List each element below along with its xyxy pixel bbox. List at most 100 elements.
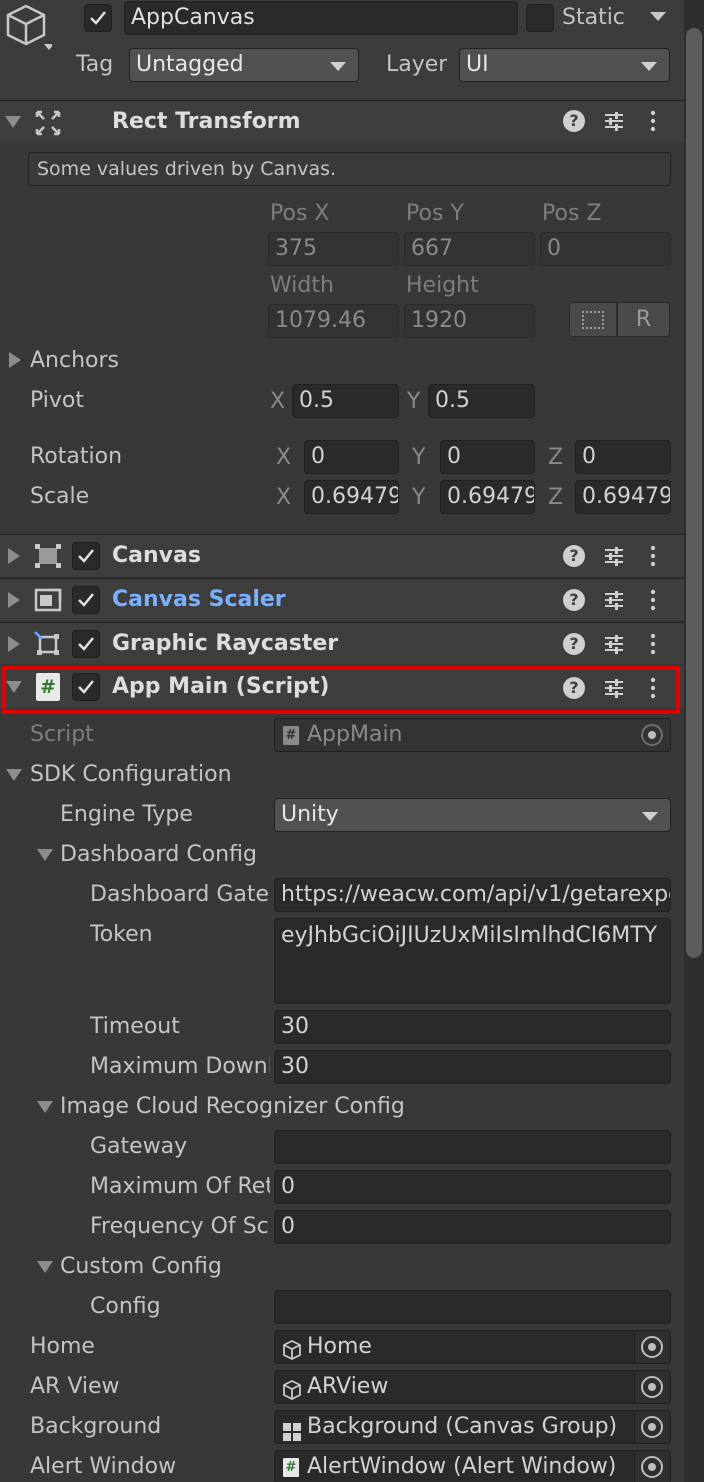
- context-menu-icon[interactable]: [646, 677, 660, 699]
- foldout-collapsed-icon[interactable]: [8, 636, 20, 652]
- image-cloud-config-label[interactable]: Image Cloud Recognizer Config: [60, 1092, 405, 1122]
- dashboard-config-foldout-icon[interactable]: [37, 849, 53, 861]
- object-picker-icon: [641, 1376, 663, 1398]
- alert-window-object-field[interactable]: # AlertWindow (Alert Window): [274, 1450, 671, 1482]
- object-picker-button[interactable]: [634, 1451, 670, 1482]
- dashboard-gateway-field[interactable]: https://weacw.com/api/v1/getarexperience: [274, 878, 671, 912]
- static-dropdown-arrow-icon[interactable]: [650, 12, 666, 21]
- pos-x-field[interactable]: 375: [268, 232, 399, 266]
- ar-view-object-value: ARView: [307, 1374, 389, 1399]
- canvas-scaler-enabled-checkbox[interactable]: [72, 586, 100, 614]
- rotation-z-axis: Z: [548, 445, 564, 470]
- context-menu-icon[interactable]: [646, 545, 660, 567]
- gameobject-name-field[interactable]: AppCanvas: [124, 1, 518, 35]
- background-label: Background: [30, 1414, 162, 1439]
- graphic-raycaster-enabled-checkbox[interactable]: [72, 630, 100, 658]
- anchors-label[interactable]: Anchors: [30, 346, 119, 376]
- scale-y-axis: Y: [412, 485, 426, 510]
- rotation-x-axis: X: [276, 445, 292, 470]
- gameobject-active-checkbox[interactable]: [84, 4, 112, 32]
- canvas-icon: [34, 543, 62, 575]
- sdk-config-foldout-icon[interactable]: [6, 769, 22, 781]
- context-menu-icon[interactable]: [646, 633, 660, 655]
- scale-z-field[interactable]: 0.69479: [575, 480, 671, 514]
- rotation-x-field[interactable]: 0: [304, 440, 399, 474]
- tag-dropdown[interactable]: Untagged: [129, 48, 359, 82]
- info-box: Some values driven by Canvas.: [28, 152, 671, 186]
- context-menu-icon[interactable]: [646, 110, 660, 132]
- pivot-label: Pivot: [30, 388, 85, 413]
- token-field[interactable]: eyJhbGciOiJIUzUxMiIsImlhdCI6MTY: [274, 918, 671, 1004]
- object-picker-icon: [641, 1456, 663, 1478]
- object-picker-button[interactable]: [634, 1371, 670, 1403]
- sdk-configuration-label[interactable]: SDK Configuration: [30, 760, 232, 790]
- gateway-field[interactable]: [274, 1130, 671, 1164]
- home-object-field[interactable]: Home: [274, 1330, 671, 1364]
- component-title: Canvas: [112, 543, 201, 568]
- foldout-collapsed-icon[interactable]: [8, 592, 20, 608]
- background-object-field[interactable]: Background (Canvas Group): [274, 1410, 671, 1444]
- home-label: Home: [30, 1334, 95, 1359]
- rotation-z-field[interactable]: 0: [575, 440, 671, 474]
- engine-type-dropdown[interactable]: Unity: [274, 798, 671, 832]
- presets-icon[interactable]: [603, 633, 625, 655]
- script-object-field[interactable]: # AppMain: [274, 718, 671, 752]
- scrollbar-thumb[interactable]: [686, 28, 702, 958]
- raw-edit-button[interactable]: R: [617, 302, 670, 337]
- width-field[interactable]: 1079.46: [268, 304, 399, 338]
- pivot-y-axis: Y: [407, 389, 421, 414]
- object-picker-button[interactable]: [634, 1331, 670, 1363]
- pos-x-label: Pos X: [270, 201, 330, 226]
- help-icon[interactable]: ?: [563, 633, 585, 655]
- anchors-foldout-icon[interactable]: [9, 352, 21, 368]
- canvas-enabled-checkbox[interactable]: [72, 542, 100, 570]
- image-cloud-foldout-icon[interactable]: [37, 1101, 53, 1113]
- rect-transform-icon: [34, 109, 62, 143]
- scale-y-field[interactable]: 0.69479: [440, 480, 535, 514]
- presets-icon[interactable]: [603, 110, 625, 132]
- context-menu-icon[interactable]: [646, 589, 660, 611]
- alert-window-object-value: AlertWindow (Alert Window): [307, 1454, 617, 1479]
- timeout-field[interactable]: 30: [274, 1010, 671, 1044]
- pivot-x-field[interactable]: 0.5: [292, 384, 399, 418]
- scale-z-axis: Z: [548, 485, 564, 510]
- height-field[interactable]: 1920: [404, 304, 535, 338]
- presets-icon[interactable]: [603, 677, 625, 699]
- custom-config-foldout-icon[interactable]: [37, 1261, 53, 1273]
- dashboard-config-label[interactable]: Dashboard Config: [60, 840, 257, 870]
- foldout-expanded-icon[interactable]: [5, 116, 21, 128]
- object-picker-icon[interactable]: [641, 724, 663, 746]
- frequency-of-scan-field[interactable]: 0: [274, 1210, 671, 1244]
- object-picker-icon: [641, 1416, 663, 1438]
- background-object-value: Background (Canvas Group): [307, 1414, 618, 1439]
- rotation-y-field[interactable]: 0: [440, 440, 535, 474]
- prefab-cube-icon: [282, 1338, 302, 1363]
- scale-x-field[interactable]: 0.69479: [304, 480, 399, 514]
- object-picker-button[interactable]: [634, 1411, 670, 1443]
- blueprint-mode-button[interactable]: [569, 302, 617, 337]
- pos-y-label: Pos Y: [406, 201, 464, 226]
- help-icon[interactable]: ?: [563, 545, 585, 567]
- height-label: Height: [406, 273, 479, 298]
- foldout-collapsed-icon[interactable]: [8, 548, 20, 564]
- help-icon[interactable]: ?: [563, 589, 585, 611]
- layer-dropdown[interactable]: UI: [459, 48, 670, 82]
- object-picker-icon: [641, 1336, 663, 1358]
- chevron-down-icon: [330, 62, 346, 71]
- help-icon[interactable]: ?: [563, 110, 585, 132]
- custom-config-label[interactable]: Custom Config: [60, 1252, 222, 1282]
- rect-transform-title: Rect Transform: [112, 109, 301, 134]
- pivot-y-field[interactable]: 0.5: [428, 384, 535, 418]
- maximum-download-label: Maximum Download: [90, 1054, 270, 1079]
- presets-icon[interactable]: [603, 589, 625, 611]
- token-label: Token: [90, 922, 153, 947]
- config-field[interactable]: [274, 1290, 671, 1324]
- presets-icon[interactable]: [603, 545, 625, 567]
- pos-y-field[interactable]: 667: [404, 232, 535, 266]
- static-checkbox[interactable]: [526, 4, 554, 32]
- maximum-of-retry-field[interactable]: 0: [274, 1170, 671, 1204]
- maximum-download-field[interactable]: 30: [274, 1050, 671, 1084]
- pos-z-field[interactable]: 0: [540, 232, 671, 266]
- help-icon[interactable]: ?: [563, 677, 585, 699]
- ar-view-object-field[interactable]: ARView: [274, 1370, 671, 1404]
